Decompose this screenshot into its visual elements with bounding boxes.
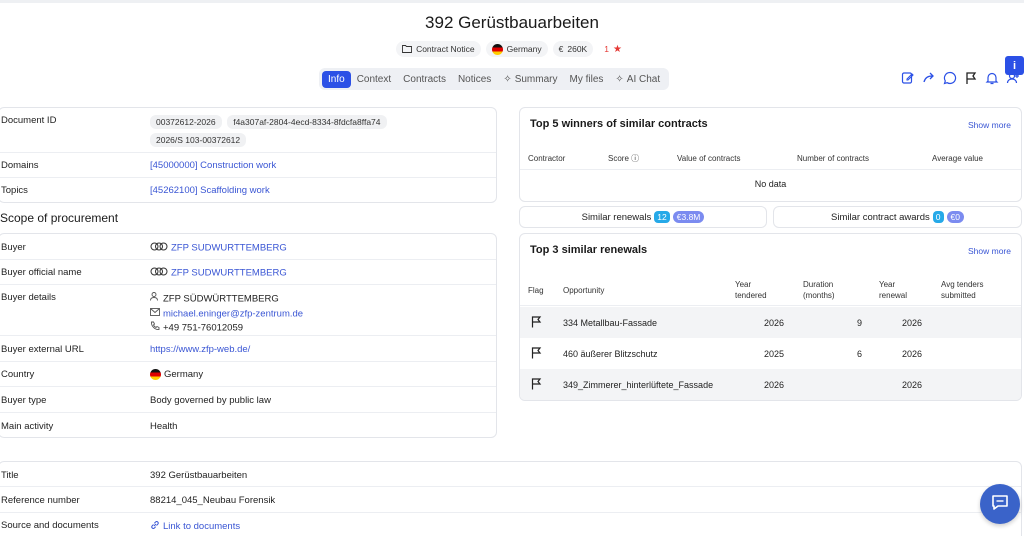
winners-title: Top 5 winners of similar contracts <box>530 118 708 130</box>
sparkle-icon: ✧ <box>615 73 624 85</box>
winners-card: Top 5 winners of similar contracts Show … <box>519 107 1022 202</box>
similar-renewals-pill[interactable]: Similar renewals 12 €3.8M <box>519 206 767 228</box>
user-icon <box>150 292 160 306</box>
buyer-link[interactable]: ZFP SUDWURTTEMBERG <box>171 243 287 254</box>
phone-icon <box>150 321 160 335</box>
title-row: Title 392 Gerüstbauarbeiten <box>0 462 1021 487</box>
tab-contracts[interactable]: Contracts <box>397 71 452 88</box>
winners-show-more-link[interactable]: Show more <box>968 120 1011 130</box>
col-contractor: Contractor <box>528 154 566 163</box>
sparkle-icon: ✧ <box>503 73 512 85</box>
col-flag: Flag <box>528 286 544 295</box>
chat-bubble-icon <box>990 493 1010 516</box>
domains-link[interactable]: [45000000] Construction work <box>150 160 496 171</box>
document-id-row: Document ID 00372612-2026 f4a307af-2804-… <box>0 108 496 153</box>
email-icon <box>150 307 160 321</box>
email-link[interactable]: michael.eninger@zfp-zentrum.de <box>163 308 303 319</box>
document-info-card: Document ID 00372612-2026 f4a307af-2804-… <box>0 107 497 203</box>
country-chip: Germany <box>485 41 548 57</box>
ojs-reference-tag: 2026/S 103-00372612 <box>150 133 247 147</box>
renewals-header-row: Flag Opportunity Year tendered Duration … <box>520 272 1021 306</box>
info-badge-icon[interactable]: i <box>1005 56 1024 75</box>
value-chip: € 260K <box>552 41 594 57</box>
opportunity-link[interactable]: 334 Metallbau-Fassade <box>563 318 657 328</box>
tab-info[interactable]: Info <box>322 70 351 88</box>
buyer-details-row: Buyer details ZFP SÜDWÜRTTEMBERG michael… <box>0 285 496 336</box>
col-year-tendered: Year tendered <box>735 280 767 300</box>
scope-card: Buyer ZFP SUDWURTTEMBERG Buyer official … <box>0 233 497 438</box>
reference-row: Reference number 88214_045_Neubau Forens… <box>0 487 1021 513</box>
renewals-title: Top 3 similar renewals <box>530 244 648 256</box>
topics-link[interactable]: [45262100] Scaffolding work <box>150 185 496 196</box>
header-chips: Contract Notice Germany € 260K 1 ★ <box>0 41 1024 57</box>
top-border <box>0 0 1024 3</box>
documents-link[interactable]: Link to documents <box>163 521 240 532</box>
document-uuid-tag: f4a307af-2804-4ecd-8334-8fdcfa8ffa74 <box>227 115 387 129</box>
flag-icon[interactable] <box>963 70 978 85</box>
share-arrow-icon[interactable] <box>921 70 936 85</box>
domains-row: Domains [45000000] Construction work <box>0 153 496 178</box>
chat-support-button[interactable] <box>980 484 1020 524</box>
folder-icon <box>402 44 413 55</box>
tab-notices[interactable]: Notices <box>452 71 497 88</box>
star-icon: ★ <box>612 43 622 55</box>
winners-empty: No data <box>754 179 787 189</box>
buyer-row: Buyer ZFP SUDWURTTEMBERG <box>0 234 496 260</box>
action-toolbar <box>900 70 1020 85</box>
col-average-value: Average value <box>932 154 983 163</box>
buyer-logo-icon <box>150 242 168 254</box>
info-circle-icon: ⓘ <box>631 154 640 163</box>
col-opportunity: Opportunity <box>563 286 605 295</box>
flag-icon[interactable] <box>531 316 542 330</box>
col-avg-tenders: Avg tenders submitted <box>941 280 984 300</box>
buyer-url-row: Buyer external URL https://www.zfp-web.d… <box>0 336 496 362</box>
renewals-amount-badge: €3.8M <box>672 211 705 223</box>
tab-my-files[interactable]: My files <box>564 71 610 88</box>
col-value-of-contracts: Value of contracts <box>677 154 741 163</box>
source-row: Source and documents Link to documents <box>1 520 241 533</box>
opportunity-link[interactable]: 349_Zimmerer_hinterlüftete_Fassade <box>563 380 713 390</box>
flag-icon[interactable] <box>531 378 542 392</box>
bell-icon[interactable] <box>984 70 999 85</box>
buyer-type-row: Buyer type Body governed by public law <box>0 387 496 413</box>
tab-bar: Info Context Contracts Notices ✧ Summary … <box>319 68 670 90</box>
col-number-of-contracts: Number of contracts <box>797 154 870 163</box>
awards-amount-badge: €0 <box>946 211 964 223</box>
table-row[interactable]: 460 äußerer Blitzschutz 2025 6 2026 <box>520 338 1021 369</box>
notice-details-card: Title 392 Gerüstbauarbeiten Reference nu… <box>0 461 1022 536</box>
renewals-show-more-link[interactable]: Show more <box>968 246 1011 256</box>
winners-header-row: Contractor Score ⓘ Value of contracts Nu… <box>520 147 1021 170</box>
document-id-tag: 00372612-2026 <box>150 115 222 129</box>
link-icon <box>150 520 160 533</box>
tab-summary[interactable]: ✧ Summary <box>497 71 563 88</box>
page-title: 392 Gerüstbauarbeiten <box>425 13 599 32</box>
buyer-official-link[interactable]: ZFP SUDWURTTEMBERG <box>171 268 287 279</box>
col-score: Score ⓘ <box>608 154 640 163</box>
similar-awards-pill[interactable]: Similar contract awards 0 €0 <box>773 206 1022 228</box>
tab-ai-chat[interactable]: ✧ AI Chat <box>609 71 666 88</box>
opportunity-link[interactable]: 460 äußerer Blitzschutz <box>563 349 658 359</box>
flag-icon[interactable] <box>531 347 542 361</box>
topics-row: Topics [45262100] Scaffolding work <box>0 178 496 203</box>
edit-note-icon[interactable] <box>900 70 915 85</box>
country-row: Country Germany <box>0 362 496 387</box>
table-row[interactable]: 334 Metallbau-Fassade 2026 9 2026 <box>520 307 1021 338</box>
main-activity-row: Main activity Health <box>1 421 178 432</box>
renewals-count-badge: 12 <box>654 211 670 223</box>
rating-chip[interactable]: 1 ★ <box>598 41 628 57</box>
tab-context[interactable]: Context <box>351 71 397 88</box>
col-year-renewal: Year renewal <box>879 280 908 300</box>
scope-heading: Scope of procurement <box>0 211 119 225</box>
renewals-card: Top 3 similar renewals Show more Flag Op… <box>519 233 1022 401</box>
buyer-url-link[interactable]: https://www.zfp-web.de/ <box>150 344 496 355</box>
germany-flag-icon <box>150 369 161 380</box>
awards-count-badge: 0 <box>932 211 944 223</box>
comment-icon[interactable] <box>942 70 957 85</box>
germany-flag-icon <box>491 43 503 55</box>
col-duration: Duration (months) <box>803 280 835 300</box>
notice-type-chip: Contract Notice <box>396 41 481 57</box>
buyer-official-row: Buyer official name ZFP SUDWURTTEMBERG <box>0 260 496 285</box>
buyer-logo-icon <box>150 267 168 279</box>
table-row[interactable]: 349_Zimmerer_hinterlüftete_Fassade 2026 … <box>520 369 1021 400</box>
